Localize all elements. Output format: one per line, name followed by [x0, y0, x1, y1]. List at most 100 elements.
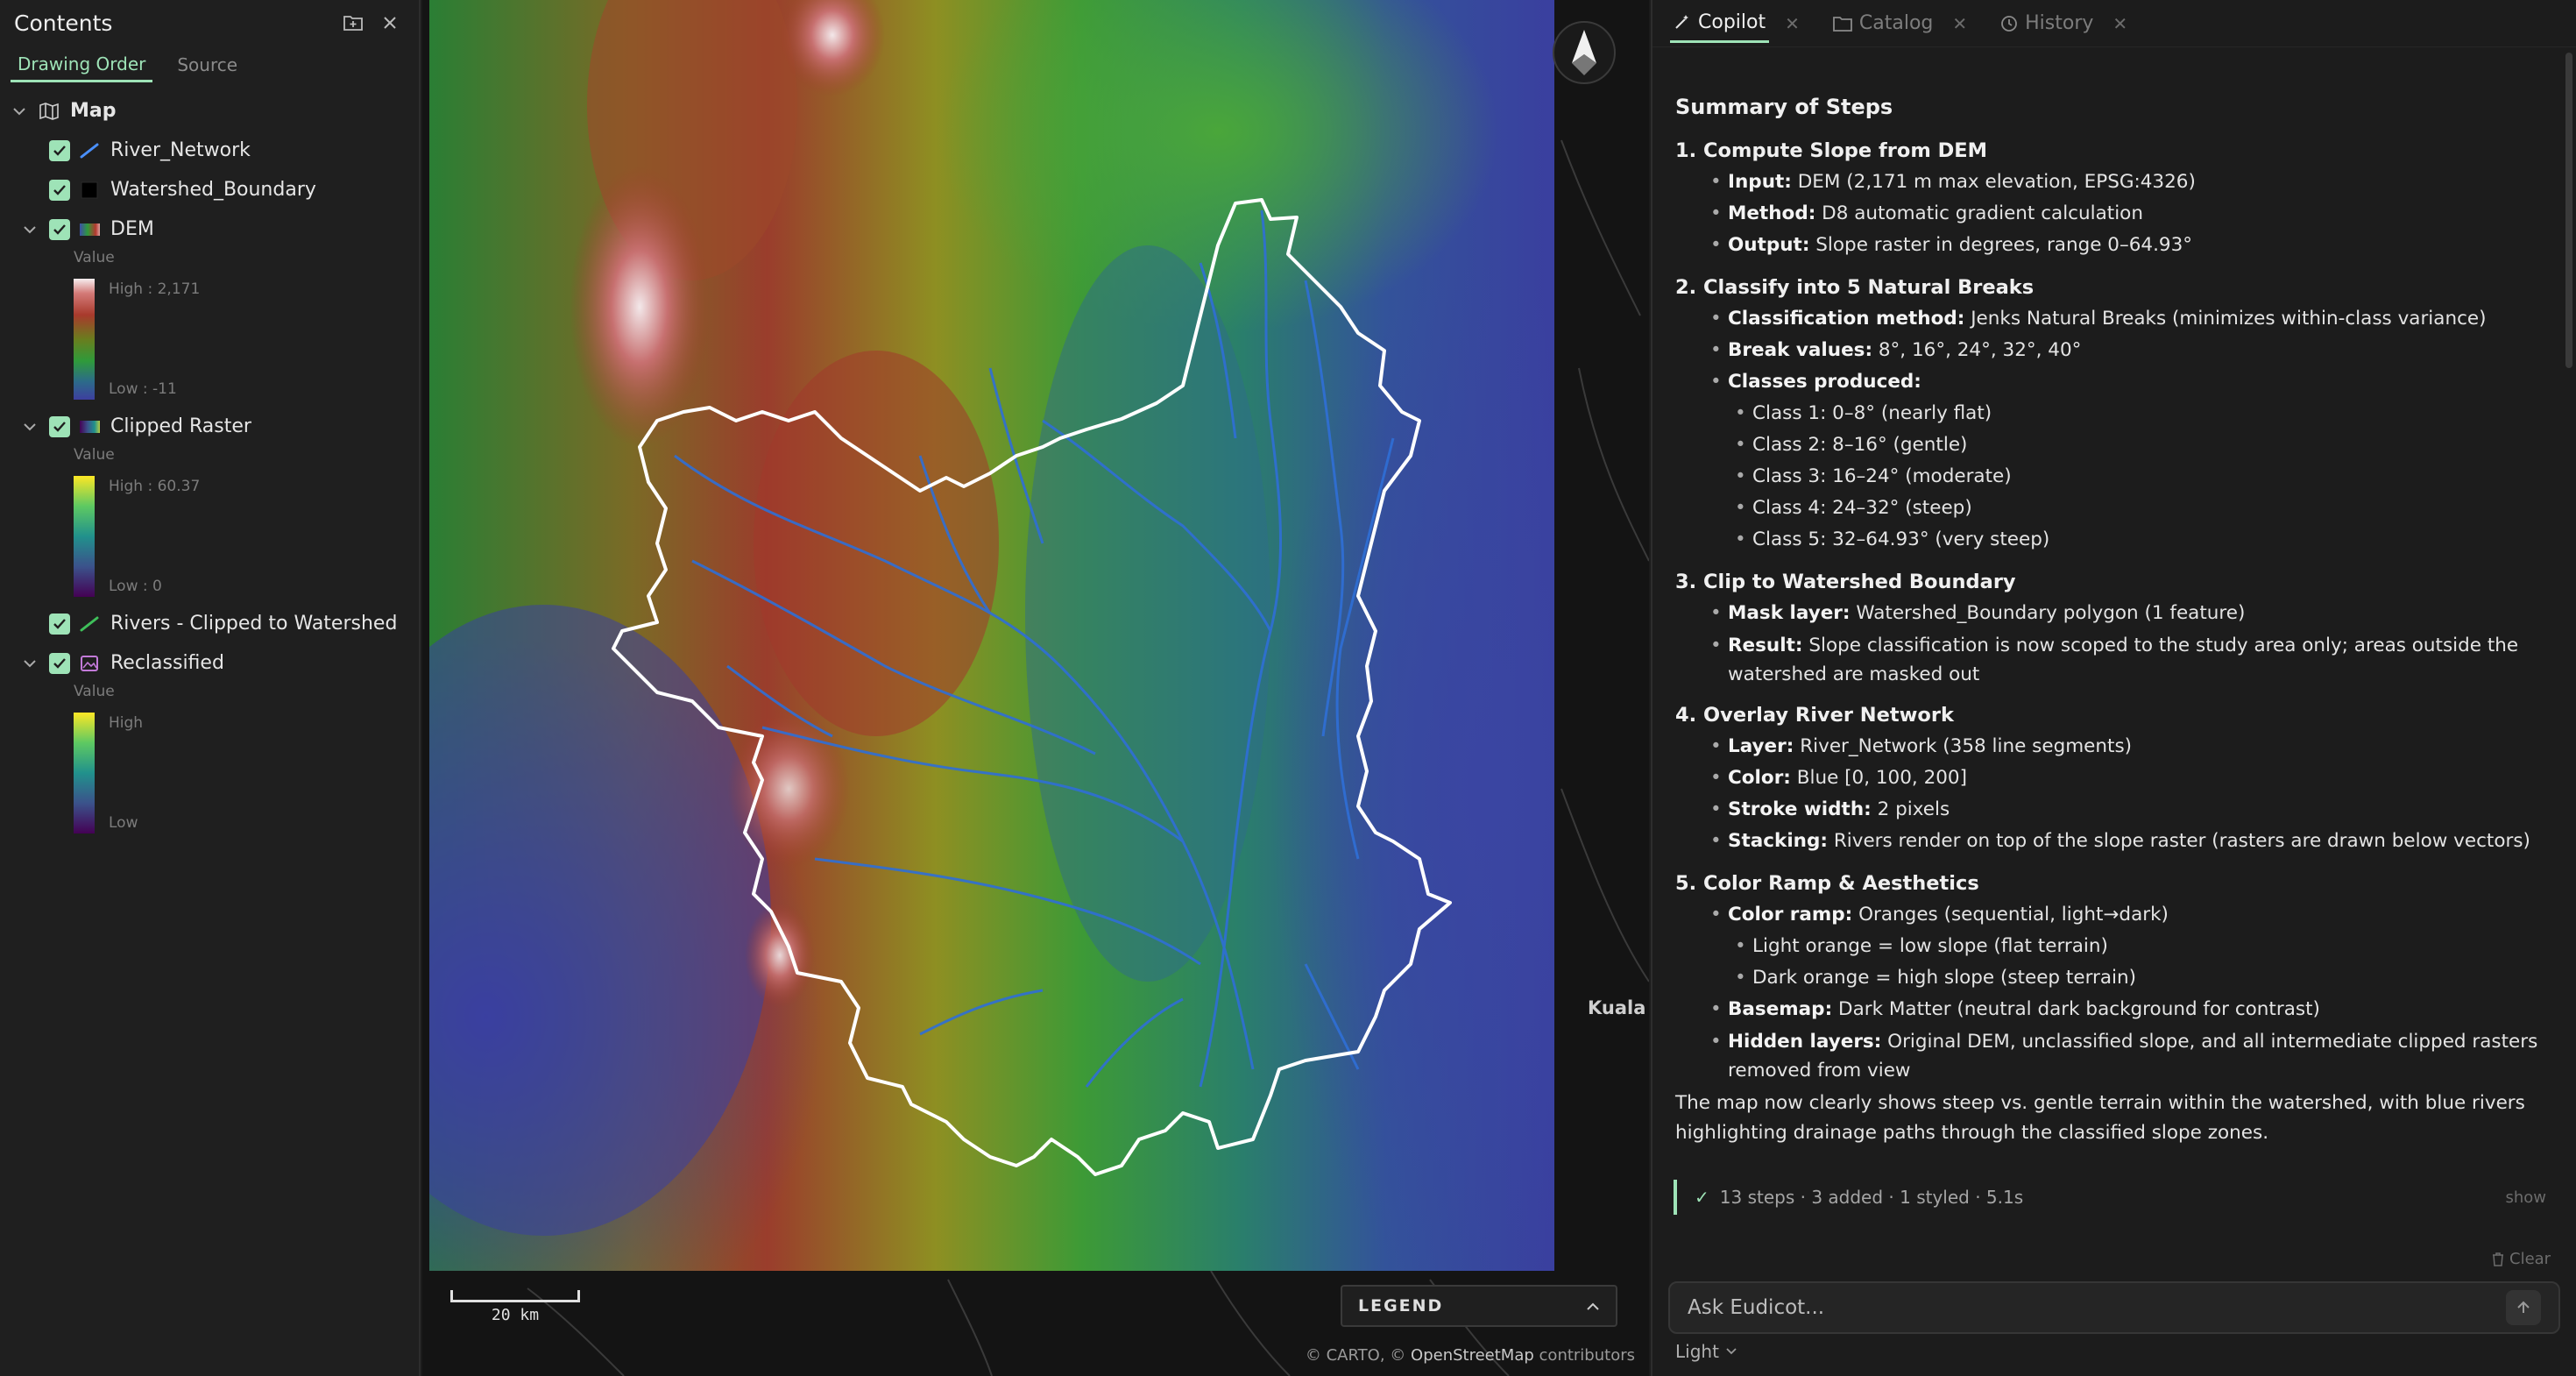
chevron-down-icon[interactable] [21, 418, 39, 436]
scale-bar: 20 km [450, 1290, 580, 1324]
contents-panel: Contents Drawing Order Source Map River_… [0, 0, 421, 1376]
dem-color-ramp [74, 279, 95, 400]
reclassified-legend: Value High Low [0, 683, 419, 840]
step-title: 5. Color Ramp & Aesthetics [1675, 872, 1979, 895]
list-item: Output: Slope raster in degrees, range 0… [1675, 230, 2551, 261]
contents-tabs: Drawing Order Source [0, 46, 419, 84]
step-title: 3. Clip to Watershed Boundary [1675, 571, 2016, 593]
attribution-osm-link[interactable]: OpenStreetMap [1411, 1346, 1534, 1365]
legend-low: Low : 0 [109, 578, 162, 595]
step-list: Classification method: Jenks Natural Bre… [1675, 303, 2551, 556]
list-item: Input: DEM (2,171 m max elevation, EPSG:… [1675, 167, 2551, 198]
map-root-row[interactable]: Map [0, 91, 419, 131]
copilot-panel: Copilot ✕ Catalog ✕ History ✕ Summary of… [1651, 0, 2576, 1376]
layer-tree: Map River_Network Watershed_Boundary DEM… [0, 84, 419, 840]
tab-label: Catalog [1858, 12, 1934, 34]
step-list: Input: DEM (2,171 m max elevation, EPSG:… [1675, 167, 2551, 261]
trash-icon [2493, 1252, 2503, 1266]
tab-catalog[interactable]: Catalog [1829, 5, 1937, 41]
list-item: Break values: 8°, 16°, 24°, 32°, 40° [1675, 335, 2551, 366]
steps-summary-bar[interactable]: ✓ 13 steps · 3 added · 1 styled · 5.1s s… [1674, 1180, 2550, 1215]
attribution-contributors: contributors [1539, 1346, 1635, 1365]
clear-label: Clear [2509, 1250, 2551, 1268]
close-tab-icon[interactable]: ✕ [1952, 13, 1967, 34]
list-item: Class 4: 24–32° (steep) [1675, 493, 2551, 524]
scale-bar-line [450, 1290, 580, 1302]
layer-row-watershed-boundary[interactable]: Watershed_Boundary [0, 170, 419, 209]
map-label: Map [70, 100, 117, 122]
summary-conclusion: The map now clearly shows steep vs. gent… [1675, 1092, 2525, 1144]
layer-checkbox[interactable] [49, 179, 70, 201]
layer-checkbox[interactable] [49, 139, 70, 161]
layer-name: Reclassified [110, 652, 224, 674]
check-icon: ✓ [1695, 1187, 1709, 1208]
legend-high: High : 60.37 [109, 478, 201, 495]
legend-value-label: Value [74, 446, 115, 464]
legend-value-label: Value [74, 683, 115, 700]
list-item: Result: Slope classification is now scop… [1675, 629, 2551, 689]
layer-row-rivers-clipped[interactable]: Rivers - Clipped to Watershed [0, 604, 419, 643]
close-icon[interactable] [375, 8, 405, 38]
tab-history[interactable]: History [1997, 5, 2097, 41]
list-item: Layer: River_Network (358 line segments) [1675, 731, 2551, 762]
tab-drawing-order[interactable]: Drawing Order [11, 48, 153, 82]
list-item: Stacking: Rivers render on top of the sl… [1675, 826, 2551, 857]
theme-selector[interactable]: Light [1675, 1341, 1737, 1362]
arrow-up-icon [2517, 1301, 2530, 1313]
list-item: Color ramp: Oranges (sequential, light→d… [1675, 899, 2551, 931]
scrollbar-thumb[interactable] [2565, 53, 2572, 368]
list-item: Dark orange = high slope (steep terrain) [1675, 962, 2551, 994]
wand-icon [1675, 15, 1688, 29]
layer-row-reclassified[interactable]: Reclassified [0, 643, 419, 683]
chevron-down-icon[interactable] [21, 655, 39, 672]
place-label: Kuala [1588, 997, 1646, 1018]
folder-icon [1832, 16, 1852, 32]
dem-raster [429, 0, 1554, 1271]
chat-input-box[interactable] [1668, 1281, 2560, 1334]
list-item: Class 3: 16–24° (moderate) [1675, 461, 2551, 493]
north-arrow-icon [1572, 30, 1596, 75]
show-steps-button[interactable]: show [2505, 1188, 2546, 1207]
ask-input[interactable] [1688, 1296, 2506, 1319]
layer-row-clipped-raster[interactable]: Clipped Raster [0, 407, 419, 446]
list-item: Class 5: 32–64.93° (very steep) [1675, 524, 2551, 556]
layer-row-dem[interactable]: DEM [0, 209, 419, 249]
layer-checkbox[interactable] [49, 613, 70, 635]
layer-checkbox[interactable] [49, 218, 70, 240]
map-view[interactable]: Kuala 20 km LEGEND © CARTO, © OpenStreet… [422, 0, 1649, 1376]
raster-symbol-icon [79, 418, 100, 436]
tab-label: Copilot [1698, 11, 1766, 33]
layer-checkbox[interactable] [49, 415, 70, 437]
legend-button-label: LEGEND [1358, 1296, 1444, 1316]
step-list: Color ramp: Oranges (sequential, light→d… [1675, 899, 2551, 1085]
line-symbol-icon [79, 615, 100, 633]
layer-row-river-network[interactable]: River_Network [0, 131, 419, 170]
legend-toggle-button[interactable]: LEGEND [1341, 1285, 1617, 1327]
theme-label: Light [1675, 1341, 1719, 1362]
clear-button[interactable]: Clear [2492, 1250, 2551, 1268]
chevron-down-icon [1726, 1348, 1737, 1355]
close-tab-icon[interactable]: ✕ [2112, 13, 2127, 34]
list-item: Mask layer: Watershed_Boundary polygon (… [1675, 598, 2551, 629]
layer-checkbox[interactable] [49, 652, 70, 674]
step-list: Layer: River_Network (358 line segments)… [1675, 731, 2551, 857]
chevron-down-icon[interactable] [11, 103, 28, 120]
image-symbol-icon [79, 655, 100, 672]
tab-label: History [2025, 12, 2094, 34]
list-item: Hidden layers: Original DEM, unclassifie… [1675, 1025, 2551, 1085]
tab-copilot[interactable]: Copilot [1670, 4, 1770, 43]
send-button[interactable] [2506, 1290, 2541, 1325]
scale-bar-label: 20 km [491, 1306, 540, 1324]
tab-source[interactable]: Source [170, 49, 244, 81]
close-tab-icon[interactable]: ✕ [1785, 13, 1800, 34]
legend-high: High : 2,171 [109, 280, 201, 298]
add-folder-icon[interactable] [338, 8, 368, 38]
north-arrow-compass[interactable] [1553, 21, 1616, 84]
list-item: Light orange = low slope (flat terrain) [1675, 931, 2551, 962]
contents-title: Contents [14, 10, 113, 36]
steps-summary-text: 13 steps · 3 added · 1 styled · 5.1s [1719, 1187, 2024, 1208]
contents-header: Contents [0, 0, 419, 46]
legend-high: High [109, 714, 144, 732]
step-list: Mask layer: Watershed_Boundary polygon (… [1675, 598, 2551, 689]
chevron-down-icon[interactable] [21, 221, 39, 238]
